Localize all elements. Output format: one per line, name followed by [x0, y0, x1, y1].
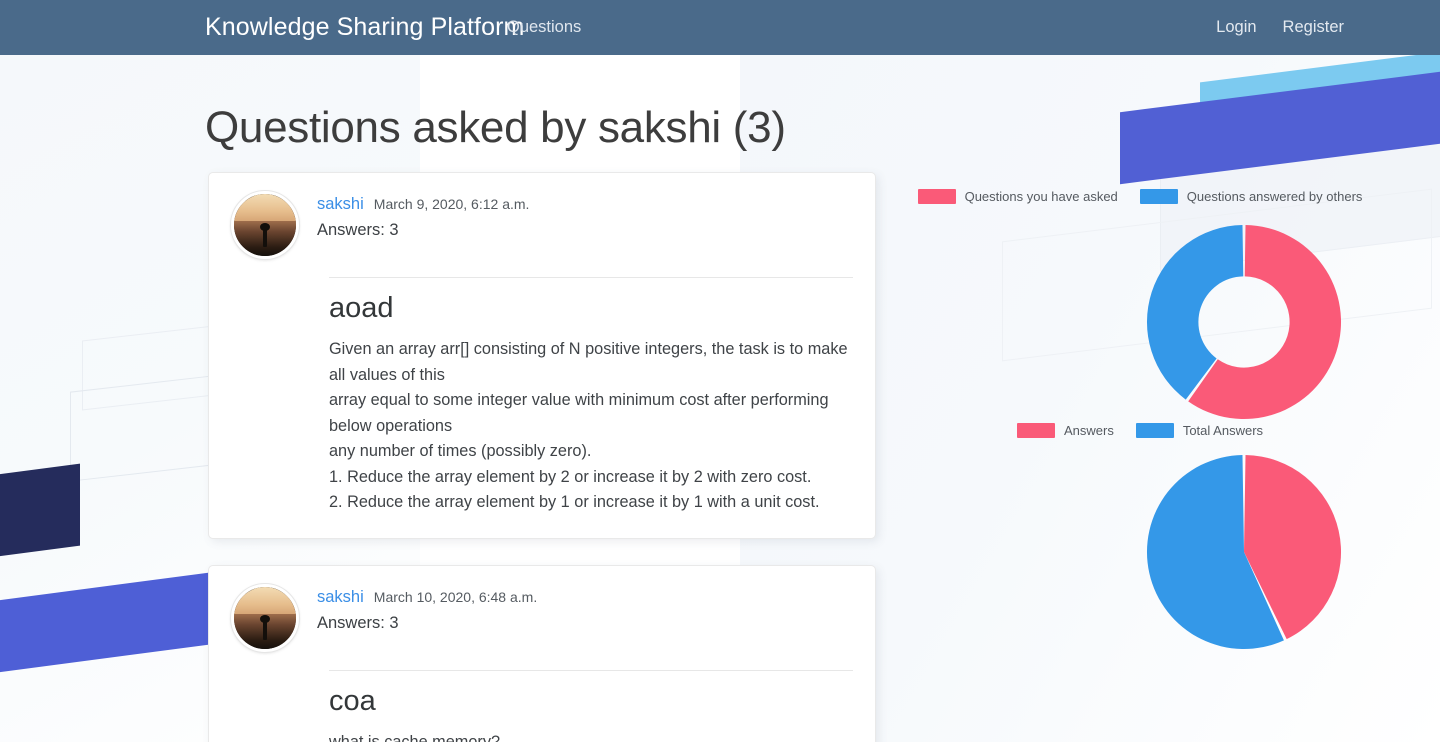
question-answer-count: Answers: 3	[317, 613, 399, 632]
avatar	[231, 583, 299, 652]
legend-label: Questions you have asked	[964, 189, 1118, 204]
question-title[interactable]: aoad	[329, 290, 853, 326]
donut-chart[interactable]	[1145, 223, 1343, 421]
question-author-link[interactable]: sakshi	[317, 588, 364, 607]
avatar-silhouette	[260, 615, 270, 641]
donut-chart-svg	[1146, 224, 1342, 420]
avatar	[231, 191, 299, 259]
legend-swatch-pink	[917, 189, 956, 204]
navbar-link-login[interactable]: Login	[1216, 18, 1256, 37]
question-date: March 10, 2020, 6:48 a.m.	[373, 588, 538, 605]
legend-item[interactable]: Total Answers	[1135, 423, 1264, 438]
charts-panel: Questions you have asked Questions answe…	[880, 55, 1440, 742]
question-card-header: sakshi March 10, 2020, 6:48 a.m. Answers…	[231, 583, 853, 652]
legend-label: Answers	[1063, 423, 1114, 438]
legend-item[interactable]: Questions answered by others	[1139, 189, 1363, 204]
pie-chart[interactable]	[1145, 453, 1343, 651]
app-root: Knowledge Sharing Platform Questions Log…	[0, 0, 1440, 742]
donut-chart-legend: Questions you have asked Questions answe…	[900, 189, 1380, 204]
legend-swatch-blue	[1139, 189, 1178, 204]
page-title: Questions asked by sakshi (3)	[205, 103, 786, 152]
question-answer-count: Answers: 3	[317, 221, 399, 239]
legend-label: Total Answers	[1182, 423, 1264, 438]
question-meta: sakshi March 10, 2020, 6:48 a.m. Answers…	[317, 584, 853, 633]
question-body: aoad Given an array arr[] consisting of …	[231, 278, 853, 516]
navbar-auth-links: Login Register	[1216, 18, 1344, 37]
question-meta-line: sakshi March 10, 2020, 6:48 a.m.	[317, 588, 853, 607]
legend-swatch-pink	[1016, 423, 1055, 438]
legend-label: Questions answered by others	[1186, 189, 1363, 204]
question-date: March 9, 2020, 6:12 a.m.	[373, 196, 530, 212]
question-meta-line: sakshi March 9, 2020, 6:12 a.m.	[317, 195, 853, 214]
navbar: Knowledge Sharing Platform Questions Log…	[0, 0, 1440, 55]
navbar-link-questions[interactable]: Questions	[507, 18, 581, 37]
question-card[interactable]: sakshi March 9, 2020, 6:12 a.m. Answers:…	[208, 172, 876, 539]
question-text: Given an array arr[] consisting of N pos…	[329, 340, 848, 512]
question-card[interactable]: sakshi March 10, 2020, 6:48 a.m. Answers…	[208, 564, 876, 742]
question-body: coa what is cache memory?	[231, 671, 853, 742]
question-meta: sakshi March 9, 2020, 6:12 a.m. Answers:…	[317, 191, 853, 240]
question-card-header: sakshi March 9, 2020, 6:12 a.m. Answers:…	[231, 191, 853, 259]
avatar-silhouette	[260, 222, 270, 248]
question-title[interactable]: coa	[329, 683, 853, 719]
pie-slices	[1146, 454, 1342, 650]
question-text: what is cache memory?	[329, 733, 501, 742]
legend-swatch-blue	[1135, 423, 1174, 438]
navbar-link-register[interactable]: Register	[1283, 18, 1344, 37]
question-list: sakshi March 9, 2020, 6:12 a.m. Answers:…	[208, 172, 876, 742]
pie-chart-legend: Answers Total Answers	[900, 423, 1380, 438]
donut-slices	[1146, 224, 1342, 420]
legend-item[interactable]: Answers	[1016, 423, 1114, 438]
legend-item[interactable]: Questions you have asked	[917, 189, 1118, 204]
navbar-brand[interactable]: Knowledge Sharing Platform	[205, 13, 524, 42]
question-author-link[interactable]: sakshi	[317, 195, 364, 214]
pie-chart-svg	[1146, 454, 1342, 650]
